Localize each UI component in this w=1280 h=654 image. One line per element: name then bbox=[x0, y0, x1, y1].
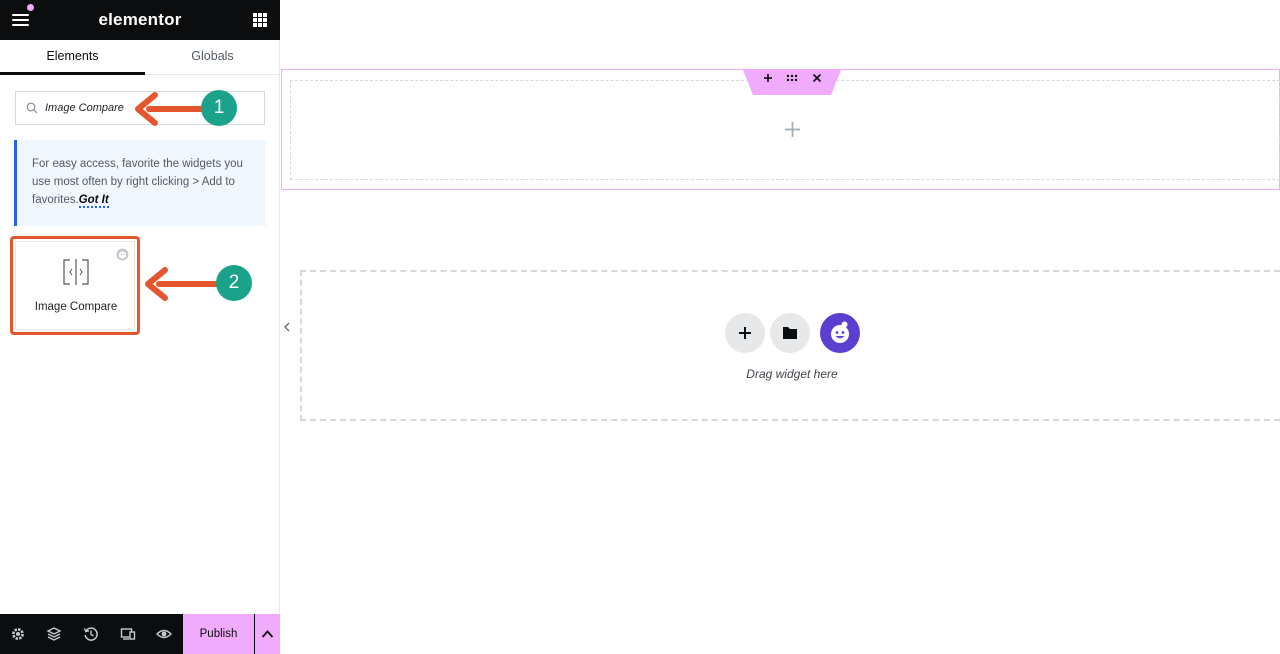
add-section-icon[interactable] bbox=[760, 70, 776, 86]
grid-apps-icon[interactable] bbox=[253, 13, 267, 27]
annotation-arrow-2 bbox=[145, 267, 220, 301]
delete-section-icon[interactable] bbox=[809, 70, 825, 86]
dropzone-hint: Drag widget here bbox=[746, 367, 838, 381]
sidebar-footer: Publish bbox=[0, 614, 280, 654]
add-section-button[interactable] bbox=[725, 313, 765, 353]
tip-text: For easy access, favorite the widgets yo… bbox=[32, 158, 243, 206]
folder-icon bbox=[783, 327, 797, 339]
tab-globals[interactable]: Globals bbox=[145, 40, 280, 75]
history-icon[interactable] bbox=[83, 626, 99, 642]
editor-sidebar: elementor Elements Globals 1 For easy ac… bbox=[0, 0, 280, 654]
section-toolbar bbox=[743, 70, 841, 95]
drag-handle-icon[interactable] bbox=[784, 70, 800, 86]
annotation-step-2: 2 bbox=[216, 265, 252, 301]
got-it-link[interactable]: Got It bbox=[78, 194, 109, 208]
widget-label: Image Compare bbox=[34, 301, 118, 313]
add-template-button[interactable] bbox=[770, 313, 810, 353]
elementor-editor: elementor Elements Globals 1 For easy ac… bbox=[0, 0, 1280, 654]
search-icon bbox=[26, 102, 38, 114]
pro-badge-icon bbox=[116, 248, 129, 261]
responsive-icon[interactable] bbox=[120, 626, 136, 642]
settings-gear-icon[interactable] bbox=[10, 626, 26, 642]
image-compare-icon bbox=[63, 259, 89, 285]
tab-elements[interactable]: Elements bbox=[0, 40, 145, 75]
image-compare-widget[interactable]: Image Compare bbox=[15, 241, 135, 330]
add-widget-plus-icon[interactable] bbox=[784, 121, 801, 138]
elementskit-icon bbox=[831, 321, 849, 343]
app-title: elementor bbox=[98, 10, 182, 29]
publish-options-button[interactable] bbox=[255, 614, 280, 654]
add-plus-icon bbox=[739, 327, 751, 339]
publish-button[interactable]: Publish bbox=[183, 614, 254, 654]
panel-tabs: Elements Globals bbox=[0, 40, 280, 75]
sidebar-header: elementor bbox=[0, 0, 280, 40]
favorites-tip: For easy access, favorite the widgets yo… bbox=[14, 140, 266, 226]
layers-icon[interactable] bbox=[46, 626, 62, 642]
chevron-up-icon bbox=[261, 630, 274, 638]
collapse-panel-icon[interactable] bbox=[280, 310, 294, 344]
annotation-arrow-1 bbox=[135, 92, 204, 126]
elementskit-button[interactable] bbox=[820, 313, 860, 353]
annotation-step-1: 1 bbox=[201, 90, 237, 126]
preview-eye-icon[interactable] bbox=[156, 626, 172, 642]
